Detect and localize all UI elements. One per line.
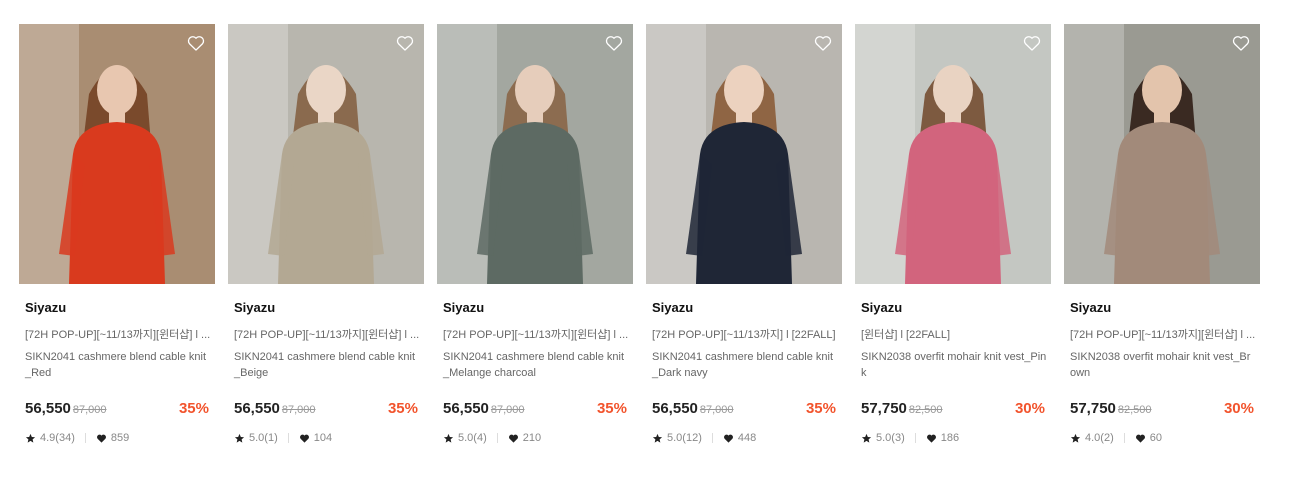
product-card-6[interactable]: Siyazu [72H POP-UP][~11/13까지][윈터샵] l ...… [1064, 24, 1260, 464]
divider [287, 433, 289, 443]
divider [711, 433, 713, 443]
original-price: 87,000 [281, 404, 316, 416]
product-name[interactable]: SIKN2041 cashmere blend cable knit_Melan… [443, 349, 629, 381]
product-brand[interactable]: Siyazu [443, 300, 484, 315]
heart-icon [96, 433, 107, 444]
product-grid: Siyazu [72H POP-UP][~11/13까지][윈터샵] l ...… [0, 0, 1290, 499]
product-promo-tags[interactable]: [72H POP-UP][~11/13까지][윈터샵] l ... [25, 326, 211, 342]
product-image[interactable] [19, 24, 215, 284]
original-price: 87,000 [490, 404, 525, 416]
sale-price: 56,550 [652, 400, 698, 417]
likes-count: 448 [737, 432, 757, 444]
wishlist-heart-icon[interactable] [186, 33, 206, 53]
sale-price: 57,750 [1070, 400, 1116, 417]
product-card-3[interactable]: Siyazu [72H POP-UP][~11/13까지][윈터샵] l ...… [437, 24, 633, 464]
product-image[interactable] [228, 24, 424, 284]
discount-rate: 30% [1223, 400, 1254, 417]
divider [1123, 433, 1125, 443]
product-image[interactable] [646, 24, 842, 284]
product-name[interactable]: SIKN2038 overfit mohair knit vest_Brown [1070, 349, 1256, 381]
product-promo-tags[interactable]: [윈터샵] l [22FALL] [861, 326, 1047, 342]
product-stats: 5.0(1) 104 [234, 432, 332, 444]
divider [84, 433, 86, 443]
discount-rate: 30% [1014, 400, 1045, 417]
star-icon [25, 433, 36, 444]
product-card-5[interactable]: Siyazu [윈터샵] l [22FALL] SIKN2038 overfit… [855, 24, 1051, 464]
wishlist-heart-icon[interactable] [604, 33, 624, 53]
rating-text: 5.0(3) [876, 432, 905, 444]
product-card-4[interactable]: Siyazu [72H POP-UP][~11/13까지] l [22FALL]… [646, 24, 842, 464]
original-price: 82,500 [908, 404, 943, 416]
heart-icon [926, 433, 937, 444]
heart-icon [723, 433, 734, 444]
product-name[interactable]: SIKN2038 overfit mohair knit vest_Pink [861, 349, 1047, 381]
price-row: 56,550 87,000 35% [234, 400, 418, 420]
discount-rate: 35% [387, 400, 418, 417]
original-price: 82,500 [1117, 404, 1152, 416]
star-icon [443, 433, 454, 444]
product-brand[interactable]: Siyazu [652, 300, 693, 315]
original-price: 87,000 [72, 404, 107, 416]
product-image[interactable] [855, 24, 1051, 284]
product-brand[interactable]: Siyazu [861, 300, 902, 315]
star-icon [652, 433, 663, 444]
product-stats: 4.9(34) 859 [25, 432, 129, 444]
product-brand[interactable]: Siyazu [1070, 300, 1111, 315]
product-card-1[interactable]: Siyazu [72H POP-UP][~11/13까지][윈터샵] l ...… [19, 24, 215, 464]
sale-price: 56,550 [443, 400, 489, 417]
product-name[interactable]: SIKN2041 cashmere blend cable knit_Dark … [652, 349, 838, 381]
divider [914, 433, 916, 443]
likes-count: 210 [522, 432, 542, 444]
product-stats: 4.0(2) 60 [1070, 432, 1162, 444]
likes-count: 104 [313, 432, 333, 444]
product-card-2[interactable]: Siyazu [72H POP-UP][~11/13까지][윈터샵] l ...… [228, 24, 424, 464]
sale-price: 57,750 [861, 400, 907, 417]
heart-icon [299, 433, 310, 444]
likes-count: 60 [1149, 432, 1162, 444]
product-stats: 5.0(3) 186 [861, 432, 959, 444]
divider [496, 433, 498, 443]
product-name[interactable]: SIKN2041 cashmere blend cable knit_Red [25, 349, 211, 381]
product-promo-tags[interactable]: [72H POP-UP][~11/13까지][윈터샵] l ... [1070, 326, 1256, 342]
sale-price: 56,550 [234, 400, 280, 417]
price-row: 56,550 87,000 35% [25, 400, 209, 420]
product-promo-tags[interactable]: [72H POP-UP][~11/13까지] l [22FALL] [652, 326, 838, 342]
discount-rate: 35% [596, 400, 627, 417]
price-row: 56,550 87,000 35% [443, 400, 627, 420]
wishlist-heart-icon[interactable] [813, 33, 833, 53]
product-promo-tags[interactable]: [72H POP-UP][~11/13까지][윈터샵] l ... [234, 326, 420, 342]
price-row: 56,550 87,000 35% [652, 400, 836, 420]
rating-text: 4.0(2) [1085, 432, 1114, 444]
price-row: 57,750 82,500 30% [1070, 400, 1254, 420]
star-icon [861, 433, 872, 444]
product-name[interactable]: SIKN2041 cashmere blend cable knit_Beige [234, 349, 420, 381]
star-icon [1070, 433, 1081, 444]
rating-text: 5.0(1) [249, 432, 278, 444]
heart-icon [1135, 433, 1146, 444]
product-stats: 5.0(4) 210 [443, 432, 541, 444]
rating-text: 5.0(4) [458, 432, 487, 444]
product-image[interactable] [1064, 24, 1260, 284]
wishlist-heart-icon[interactable] [1022, 33, 1042, 53]
star-icon [234, 433, 245, 444]
likes-count: 186 [940, 432, 960, 444]
discount-rate: 35% [805, 400, 836, 417]
product-promo-tags[interactable]: [72H POP-UP][~11/13까지][윈터샵] l ... [443, 326, 629, 342]
price-row: 57,750 82,500 30% [861, 400, 1045, 420]
rating-text: 4.9(34) [40, 432, 75, 444]
wishlist-heart-icon[interactable] [1231, 33, 1251, 53]
original-price: 87,000 [699, 404, 734, 416]
product-brand[interactable]: Siyazu [234, 300, 275, 315]
wishlist-heart-icon[interactable] [395, 33, 415, 53]
sale-price: 56,550 [25, 400, 71, 417]
rating-text: 5.0(12) [667, 432, 702, 444]
product-brand[interactable]: Siyazu [25, 300, 66, 315]
product-image[interactable] [437, 24, 633, 284]
heart-icon [508, 433, 519, 444]
product-stats: 5.0(12) 448 [652, 432, 756, 444]
likes-count: 859 [110, 432, 130, 444]
discount-rate: 35% [178, 400, 209, 417]
